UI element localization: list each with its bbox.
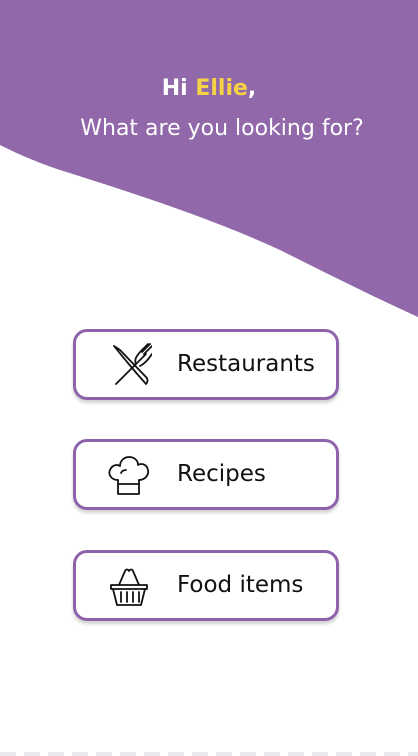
bottom-divider [0,752,418,756]
greeting-suffix: , [247,76,257,101]
recipes-button[interactable]: Recipes [73,439,339,510]
chef-hat-icon [108,456,150,495]
food-items-label: Food items [177,572,304,598]
restaurants-label: Restaurants [177,351,315,377]
greeting: Hi Ellie, [0,74,418,104]
greeting-prefix: Hi [161,76,196,101]
user-name: Ellie [195,76,248,101]
header-background [0,0,418,317]
food-items-button[interactable]: Food items [73,550,339,621]
recipes-label: Recipes [177,461,266,487]
fork-knife-icon [113,343,152,385]
restaurants-button[interactable]: Restaurants [73,329,339,400]
shopping-basket-icon [110,568,148,606]
page-subtitle: What are you looking for? [80,116,364,141]
